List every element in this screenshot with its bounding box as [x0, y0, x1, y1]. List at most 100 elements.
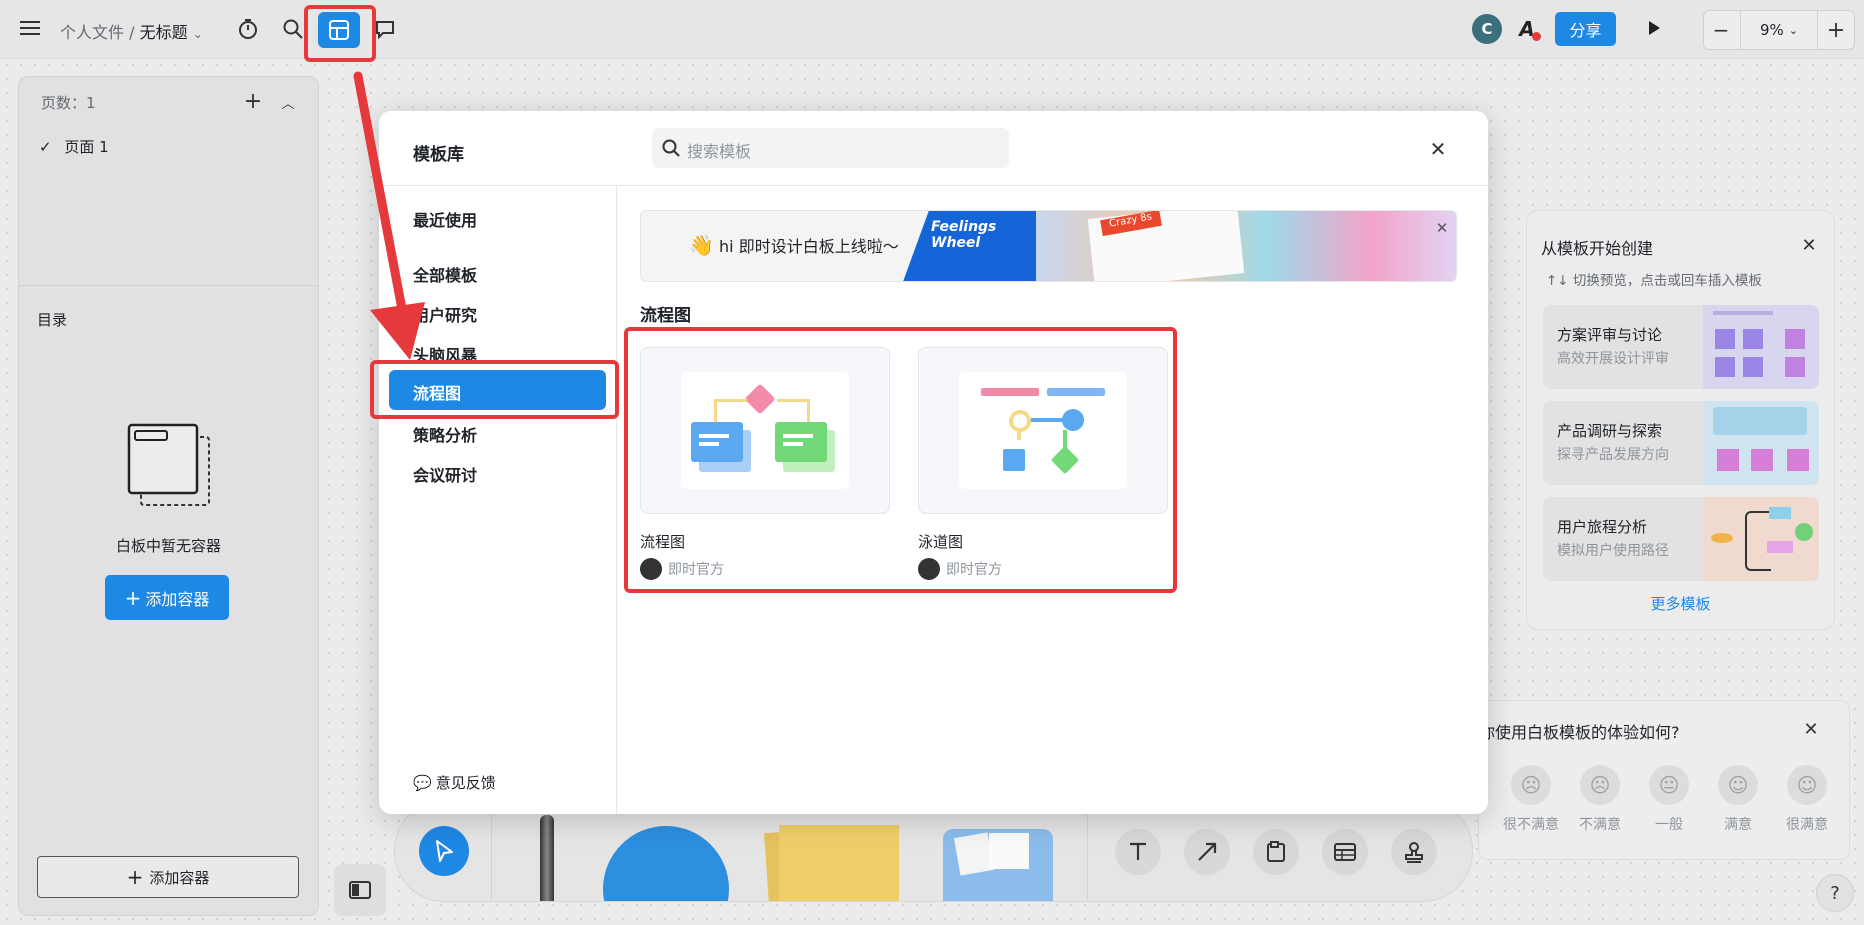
item-preview	[1703, 305, 1819, 389]
text-icon	[1130, 842, 1146, 860]
add-page-button[interactable]: +	[242, 89, 264, 114]
item-preview	[1703, 497, 1819, 581]
rating-label: 很满意	[1786, 817, 1828, 833]
highlight-box-template-cards	[624, 327, 1177, 593]
chevron-down-icon: ⌄	[1788, 23, 1798, 37]
select-tool[interactable]	[419, 826, 469, 876]
toc-label: 目录	[37, 311, 68, 329]
container-tool[interactable]	[1253, 829, 1299, 875]
feedback-icon: 💬	[413, 774, 432, 792]
menu-icon[interactable]	[18, 16, 42, 40]
search-icon[interactable]	[281, 17, 305, 41]
item-desc: 探寻产品发展方向	[1557, 447, 1669, 463]
more-templates-link[interactable]: 更多模板	[1527, 593, 1834, 614]
search-placeholder: 搜索模板	[687, 142, 752, 161]
very-dissatisfied-icon[interactable]: ☹	[1511, 765, 1551, 805]
section-title: 流程图	[640, 306, 691, 326]
nav-item-meeting[interactable]: 会议研讨	[413, 462, 477, 486]
satisfied-icon[interactable]: ☺	[1718, 765, 1758, 805]
document-title[interactable]: 无标题	[140, 23, 188, 42]
cursor-icon	[436, 840, 453, 862]
nav-item-strategy[interactable]: 策略分析	[413, 422, 477, 446]
text-tool[interactable]	[1115, 829, 1161, 875]
panel-toggle-icon	[349, 881, 371, 899]
empty-state-text: 白板中暂无容器	[115, 537, 221, 555]
zoom-control: − 9% ⌄ +	[1703, 10, 1855, 50]
arrow-tool[interactable]	[1184, 829, 1230, 875]
template-suggestion-item[interactable]: 方案评审与讨论 高效开展设计评审	[1543, 305, 1819, 389]
page-item[interactable]: ✓ 页面 1	[39, 136, 109, 157]
rating-label: 满意	[1724, 817, 1752, 833]
close-icon[interactable]: ✕	[1799, 235, 1819, 256]
feedback-label: 意见反馈	[435, 774, 496, 792]
banner-text: 👋 hi 即时设计白板上线啦～	[689, 233, 899, 257]
search-icon	[662, 139, 680, 157]
very-satisfied-icon[interactable]: ☺	[1787, 765, 1827, 805]
share-button[interactable]: 分享	[1555, 12, 1616, 46]
dissatisfied-icon[interactable]: ☹	[1580, 765, 1620, 805]
feedback-survey: 你使用白板模板的体验如何? ✕ ☹ ☹ 😐 ☺ ☺ 很不满意 不满意 一般 满意…	[1478, 700, 1850, 860]
item-title: 产品调研与探索	[1557, 422, 1663, 440]
check-icon: ✓	[39, 138, 52, 156]
template-icon	[329, 20, 349, 40]
item-desc: 模拟用户使用路径	[1557, 543, 1669, 559]
shape-tool[interactable]	[603, 826, 729, 901]
breadcrumb-separator: /	[129, 23, 135, 42]
add-container-bottom-label: 添加容器	[149, 868, 210, 887]
neutral-icon[interactable]: 😐	[1649, 765, 1689, 805]
item-desc: 高效开展设计评审	[1557, 351, 1669, 367]
left-sidebar: 页数：1 + ︿ ✓ 页面 1 目录 白板中暂无容器 + 添加容器 + 添加容器	[18, 76, 319, 916]
banner-feelings-wheel: Feelings Wheel	[931, 219, 997, 251]
comment-icon[interactable]	[373, 17, 397, 41]
arrow-icon	[1198, 842, 1217, 861]
close-icon[interactable]: ✕	[1801, 719, 1821, 740]
wave-icon: 👋	[689, 233, 714, 257]
close-icon[interactable]: ✕	[1427, 137, 1449, 161]
ai-assistant-icon[interactable]: A	[1513, 15, 1541, 43]
add-container-button[interactable]: + 添加容器	[105, 575, 229, 620]
panel-title: 从模板开始创建	[1541, 239, 1654, 258]
zoom-out-button[interactable]: −	[1704, 11, 1738, 49]
sticky-note-tool[interactable]	[779, 825, 899, 901]
bottom-tool-dock	[394, 800, 1473, 902]
plus-icon: +	[126, 865, 144, 889]
chevron-down-icon[interactable]: ⌄	[193, 27, 203, 41]
rating-label: 不满意	[1579, 817, 1621, 833]
pages-count-label: 页数：1	[41, 94, 96, 112]
banner-close-icon[interactable]: ✕	[1433, 219, 1451, 237]
template-search-input[interactable]: 搜索模板	[652, 128, 1009, 168]
divider	[19, 285, 318, 286]
item-preview	[1703, 401, 1819, 485]
frame-icon	[1267, 841, 1285, 862]
avatar[interactable]: C	[1472, 14, 1502, 44]
help-button[interactable]: ?	[1816, 874, 1854, 912]
panel-toggle-button[interactable]	[334, 864, 386, 916]
zoom-value: 9%	[1759, 21, 1784, 39]
image-tool[interactable]	[943, 829, 1053, 901]
stamp-icon	[1405, 842, 1423, 863]
timer-icon[interactable]	[236, 17, 260, 41]
red-arrow-annotation	[353, 71, 425, 360]
pen-tool[interactable]	[540, 815, 554, 901]
empty-container-icon	[127, 423, 213, 513]
item-title: 方案评审与讨论	[1557, 326, 1663, 344]
template-library-button[interactable]	[318, 12, 360, 48]
play-icon[interactable]	[1642, 16, 1666, 40]
add-container-label: 添加容器	[145, 589, 210, 609]
table-icon	[1334, 843, 1356, 861]
promo-banner[interactable]: 👋 hi 即时设计白板上线啦～ Feelings Wheel Crazy 8s …	[640, 210, 1457, 282]
template-suggestion-item[interactable]: 产品调研与探索 探寻产品发展方向	[1543, 401, 1819, 485]
feedback-link[interactable]: 💬 意见反馈	[413, 772, 496, 793]
item-title: 用户旅程分析	[1557, 518, 1648, 536]
breadcrumb-root[interactable]: 个人文件	[60, 23, 124, 42]
template-suggestion-item[interactable]: 用户旅程分析 模拟用户使用路径	[1543, 497, 1819, 581]
stamp-tool[interactable]	[1391, 829, 1437, 875]
top-toolbar: 个人文件 / 无标题 ⌄ C A 分享 − 9% ⌄ +	[0, 0, 1864, 62]
plus-icon: +	[124, 585, 142, 610]
zoom-level-select[interactable]: 9% ⌄	[1740, 11, 1818, 49]
template-suggestion-panel: 从模板开始创建 ✕ ↑↓ 切换预览，点击或回车插入模板 方案评审与讨论 高效开展…	[1526, 210, 1835, 630]
add-container-bottom-button[interactable]: + 添加容器	[37, 856, 299, 898]
table-tool[interactable]	[1322, 829, 1368, 875]
chevron-up-icon[interactable]: ︿	[277, 91, 299, 113]
zoom-in-button[interactable]: +	[1818, 11, 1854, 49]
